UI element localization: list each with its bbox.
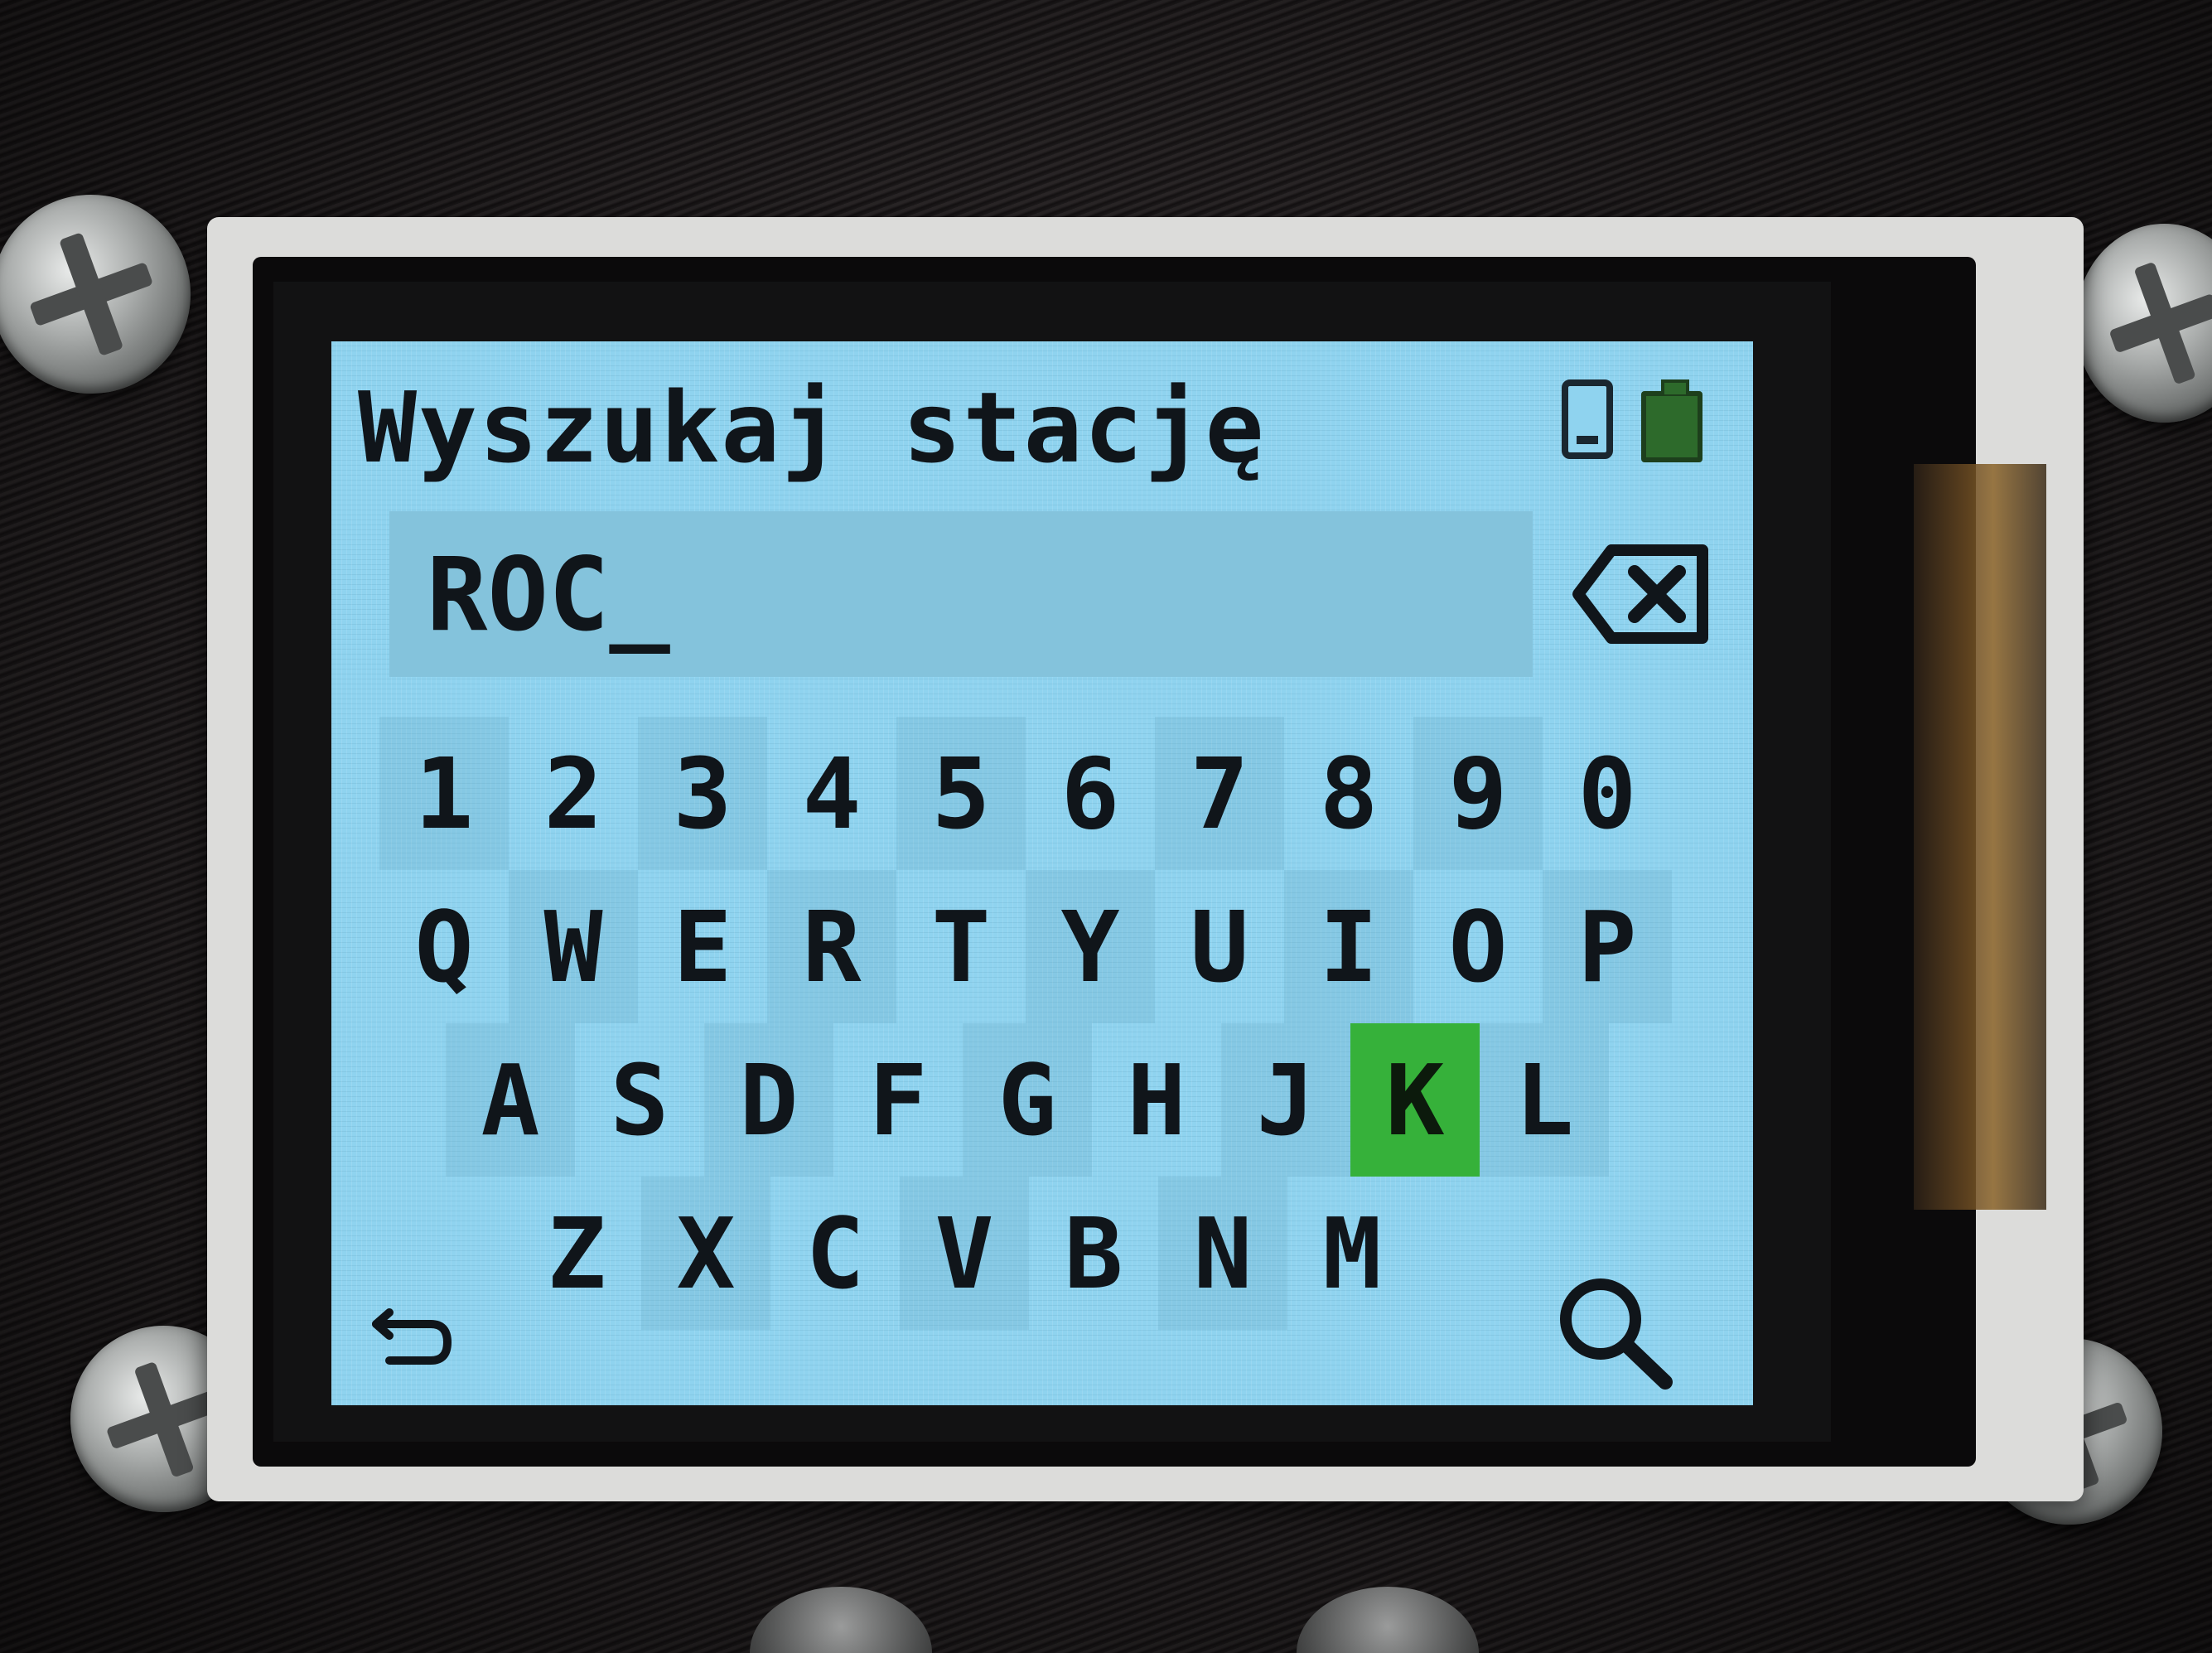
key-9[interactable]: 9 [1413, 717, 1543, 870]
key-q[interactable]: Q [379, 870, 509, 1023]
key-p[interactable]: P [1543, 870, 1672, 1023]
key-e[interactable]: E [638, 870, 767, 1023]
page-title: Wyszukaj stację [358, 370, 1266, 485]
key-1[interactable]: 1 [379, 717, 509, 870]
key-k[interactable]: K [1350, 1023, 1480, 1177]
key-h[interactable]: H [1092, 1023, 1221, 1177]
keyboard-row-zxcv: Z X C V B N M [512, 1177, 1417, 1330]
key-z[interactable]: Z [512, 1177, 641, 1330]
key-j[interactable]: J [1221, 1023, 1350, 1177]
return-arrow-icon [372, 1308, 452, 1365]
ribbon-cable [1914, 464, 2046, 1210]
keyboard-row-numbers: 1 2 3 4 5 6 7 8 9 0 [379, 717, 1672, 870]
key-v[interactable]: V [900, 1177, 1029, 1330]
key-x[interactable]: X [641, 1177, 770, 1330]
search-input[interactable]: ROC_ [389, 511, 1533, 677]
key-2[interactable]: 2 [509, 717, 638, 870]
sd-card-icon [1562, 379, 1613, 459]
battery-icon [1641, 379, 1702, 462]
status-bar [1562, 375, 1727, 466]
back-button[interactable] [365, 1294, 464, 1377]
screw-top-left [0, 195, 191, 394]
key-6[interactable]: 6 [1026, 717, 1155, 870]
key-t[interactable]: T [896, 870, 1026, 1023]
key-4[interactable]: 4 [767, 717, 896, 870]
search-button[interactable] [1549, 1269, 1682, 1394]
keyboard-row-asdf: A S D F G H J K L [446, 1023, 1609, 1177]
key-d[interactable]: D [704, 1023, 833, 1177]
key-y[interactable]: Y [1026, 870, 1155, 1023]
photo-scene: Wyszukaj stację ROC_ 1 2 3 4 5 6 7 8 9 0 [0, 0, 2212, 1653]
key-m[interactable]: M [1287, 1177, 1417, 1330]
key-i[interactable]: I [1284, 870, 1413, 1023]
key-g[interactable]: G [963, 1023, 1092, 1177]
key-c[interactable]: C [770, 1177, 900, 1330]
backspace-button[interactable] [1570, 540, 1711, 648]
key-u[interactable]: U [1155, 870, 1284, 1023]
search-input-value: ROC_ [427, 536, 670, 654]
key-o[interactable]: O [1413, 870, 1543, 1023]
key-f[interactable]: F [833, 1023, 963, 1177]
lcd-screen: Wyszukaj stację ROC_ 1 2 3 4 5 6 7 8 9 0 [331, 341, 1753, 1405]
key-7[interactable]: 7 [1155, 717, 1284, 870]
key-0[interactable]: 0 [1543, 717, 1672, 870]
key-a[interactable]: A [446, 1023, 575, 1177]
keyboard-row-qwerty: Q W E R T Y U I O P [379, 870, 1672, 1023]
key-b[interactable]: B [1029, 1177, 1158, 1330]
key-s[interactable]: S [575, 1023, 704, 1177]
key-l[interactable]: L [1480, 1023, 1609, 1177]
backspace-icon [1572, 544, 1708, 644]
key-n[interactable]: N [1158, 1177, 1287, 1330]
search-icon [1560, 1278, 1673, 1390]
key-8[interactable]: 8 [1284, 717, 1413, 870]
key-w[interactable]: W [509, 870, 638, 1023]
key-3[interactable]: 3 [638, 717, 767, 870]
key-5[interactable]: 5 [896, 717, 1026, 870]
key-r[interactable]: R [767, 870, 896, 1023]
